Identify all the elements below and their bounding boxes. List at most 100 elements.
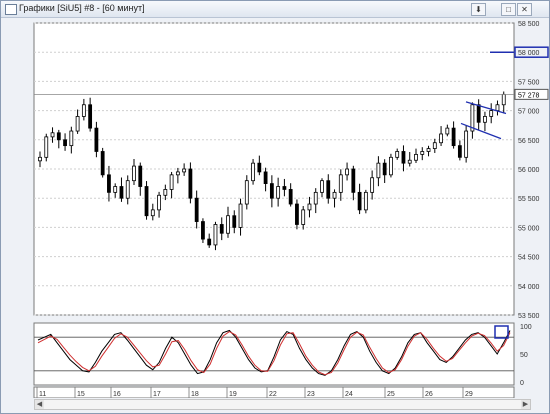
candle	[94, 127, 99, 152]
oscillator-panel[interactable]	[33, 322, 515, 386]
candle	[244, 180, 249, 205]
date-tick-label: 25	[387, 391, 395, 398]
candle	[476, 104, 481, 123]
candle	[414, 153, 418, 161]
candle	[113, 186, 118, 193]
candle	[188, 168, 193, 199]
candle	[464, 130, 469, 158]
price-tick-label: 56 000	[518, 167, 540, 174]
candle	[194, 197, 199, 222]
window-icon	[5, 4, 17, 15]
candle	[132, 165, 136, 182]
candle	[38, 156, 42, 162]
candle	[389, 156, 393, 176]
candle	[201, 221, 205, 240]
candle	[251, 162, 255, 182]
candle	[338, 174, 343, 193]
candle	[395, 151, 400, 158]
candle	[483, 116, 487, 123]
candle	[88, 104, 93, 129]
candle	[125, 180, 130, 199]
price-tick-label: 56 500	[518, 138, 540, 145]
candle	[232, 215, 237, 228]
date-tick-label: 24	[345, 391, 353, 398]
price-tick-label: 54 500	[518, 255, 540, 262]
candle	[376, 162, 381, 179]
candle	[332, 191, 337, 199]
candle	[307, 203, 312, 211]
price-tick-label: 57 500	[518, 79, 540, 86]
candle	[295, 203, 299, 225]
arrow-right-icon[interactable]: ▶	[521, 400, 530, 409]
title-bar[interactable]: Графики [SiU5] #8 - [60 минут] ⬇ □ ✕	[1, 1, 549, 18]
candle	[157, 194, 161, 211]
candle	[445, 127, 450, 135]
oscillator-tick-label: 50	[520, 352, 528, 359]
candle	[107, 174, 111, 193]
candle	[301, 209, 306, 225]
candle	[226, 215, 230, 234]
candle	[326, 180, 331, 199]
oscillator-tick-label: 100	[520, 324, 532, 331]
date-tick-label: 17	[153, 391, 161, 398]
candle	[282, 186, 287, 190]
candle	[407, 159, 412, 164]
candle	[213, 224, 218, 246]
price-tick-label: 55 500	[518, 196, 540, 203]
candle	[163, 189, 168, 196]
candle	[351, 168, 356, 193]
date-tick-label: 22	[269, 391, 277, 398]
candle	[144, 186, 149, 217]
chart-canvas[interactable]: 58 500 58 000 57 500 57 000 56 500 56 000 55 5…	[1, 18, 549, 398]
candle	[50, 132, 55, 138]
close-icon[interactable]: ✕	[517, 3, 532, 16]
candle	[119, 186, 124, 199]
horizontal-scrollbar[interactable]: ◀ ▶	[34, 399, 531, 410]
candle	[345, 168, 349, 176]
candle	[238, 203, 243, 228]
candle	[370, 177, 375, 193]
candle	[63, 139, 67, 147]
date-tick-label: 18	[191, 391, 199, 398]
candle	[56, 132, 61, 141]
date-tick-label: 23	[307, 391, 315, 398]
candle	[451, 127, 456, 147]
candle	[150, 209, 155, 217]
candle	[401, 151, 406, 164]
candle	[100, 151, 105, 176]
date-tick-label: 26	[425, 391, 433, 398]
candle	[420, 151, 425, 155]
candle	[320, 180, 324, 193]
price-tick-label: 57 000	[518, 109, 540, 116]
date-tick-label: 29	[465, 391, 473, 398]
candle	[169, 174, 174, 190]
candle	[263, 171, 268, 184]
price-tick-label: 58 500	[518, 21, 540, 28]
candle	[288, 189, 293, 205]
chart-window: Графики [SiU5] #8 - [60 минут] ⬇ □ ✕ 58 …	[0, 0, 550, 414]
candle	[44, 136, 49, 158]
candle	[69, 130, 74, 147]
candle	[382, 162, 387, 176]
arrow-left-icon[interactable]: ◀	[35, 400, 44, 409]
candle	[138, 165, 143, 187]
candle	[426, 148, 431, 152]
price-tick-label: 53 500	[518, 313, 540, 320]
date-tick-label: 15	[77, 391, 85, 398]
candle	[457, 145, 462, 158]
oscillator-tick-label: 0	[520, 380, 524, 387]
candle	[357, 191, 362, 211]
candle	[501, 93, 506, 106]
current-price-label: 57 278	[518, 92, 540, 99]
candle	[269, 183, 274, 199]
price-tick-label: 54 000	[518, 284, 540, 291]
candle	[207, 238, 212, 246]
price-tick-label: 55 000	[518, 225, 540, 232]
date-tick-label: 16	[113, 391, 121, 398]
candle	[75, 116, 80, 132]
candle	[276, 186, 281, 199]
maximize-icon[interactable]: □	[501, 3, 516, 16]
candle	[257, 162, 262, 173]
candle	[182, 168, 187, 173]
pin-icon[interactable]: ⬇	[471, 3, 486, 16]
